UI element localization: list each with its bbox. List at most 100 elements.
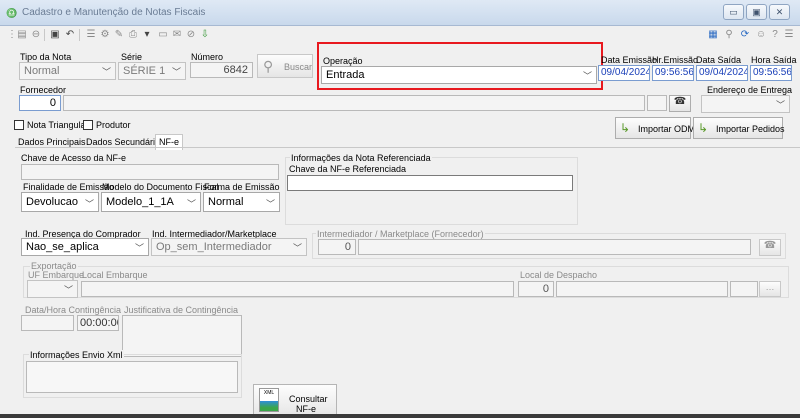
tab-dados-principais[interactable]: Dados Principais: [18, 137, 86, 147]
forma-label: Forma de Emissão: [204, 182, 280, 192]
delete-icon[interactable]: ⊖: [30, 29, 42, 41]
intermediador-code-field[interactable]: 0: [318, 239, 356, 255]
chevron-down-icon: ﹀: [186, 199, 196, 209]
presenca-value: Nao_se_aplica: [26, 241, 99, 253]
calculator-icon[interactable]: ▦: [707, 29, 719, 41]
serie-value: SÉRIE 1: [123, 65, 166, 77]
help-icon[interactable]: ?: [769, 29, 781, 41]
print-dropdown-icon[interactable]: ▾: [141, 29, 153, 41]
uf-embarque-select[interactable]: ﹀: [27, 280, 78, 298]
data-emissao-label: Data Emissão: [601, 55, 658, 65]
xml-file-icon: XML: [259, 388, 279, 412]
fornecedor-lookup-button[interactable]: ☎: [669, 95, 691, 112]
search-icon[interactable]: ⚲: [723, 29, 735, 41]
chevron-down-icon: ﹀: [171, 67, 181, 77]
chevron-down-icon: ﹀: [292, 243, 302, 253]
save-icon[interactable]: ▣: [49, 29, 61, 41]
intermediador-select[interactable]: Op_sem_Intermediador ﹀: [151, 238, 307, 256]
modelo-label: Modelo do Documento Fiscal: [102, 182, 219, 192]
refresh-icon[interactable]: ⟳: [739, 29, 751, 41]
info-envio-field[interactable]: [26, 361, 238, 393]
local-despacho-extra-field[interactable]: [730, 281, 758, 297]
info-envio-label: Informações Envio Xml: [29, 350, 124, 360]
local-despacho-name-field[interactable]: [556, 281, 728, 297]
fornecedor-name-field[interactable]: [63, 95, 645, 111]
data-contingencia-label: Data/Hora Contingência: [25, 305, 122, 315]
chevron-down-icon: ﹀: [775, 100, 785, 110]
numero-label: Número: [191, 52, 224, 62]
endereco-entrega-select[interactable]: ﹀: [701, 95, 790, 113]
tipo-nota-label: Tipo da Nota: [20, 52, 72, 62]
intermediador-lookup-button[interactable]: ☎: [759, 239, 781, 256]
hora-saida-field[interactable]: 09:56:56: [750, 65, 792, 81]
justificativa-label: Justificativa de Contingência: [124, 305, 239, 315]
info-nota-referenciada-label: Informações da Nota Referenciada: [290, 153, 432, 163]
intermediador-group-label: Intermediador / Marketplace (Fornecedor): [316, 229, 485, 239]
data-contingencia-field[interactable]: [21, 315, 74, 331]
local-despacho-button[interactable]: …: [759, 281, 781, 297]
chave-acesso-field[interactable]: [21, 164, 279, 180]
new-icon[interactable]: ▤: [16, 29, 28, 41]
nota-triangular-checkbox[interactable]: [14, 120, 24, 130]
folder-icon[interactable]: ▭: [157, 29, 169, 41]
import-icon: ↳: [698, 121, 709, 135]
serie-select[interactable]: SÉRIE 1 ﹀: [118, 62, 186, 80]
presenca-select[interactable]: Nao_se_aplica ﹀: [21, 238, 149, 256]
edit-icon[interactable]: ✎: [113, 29, 125, 41]
chave-acesso-label: Chave de Acesso da NF-e: [21, 153, 127, 163]
hr-emissao-label: Hr.Emissão: [652, 55, 699, 65]
maximize-button[interactable]: ▣: [746, 4, 767, 20]
tab-dados-secundarios[interactable]: Dados Secundários: [86, 137, 165, 147]
chevron-down-icon: ﹀: [134, 243, 144, 253]
importar-odms-button[interactable]: ↳ Importar ODMs: [615, 117, 700, 139]
nota-triangular-label: Nota Triangular: [27, 120, 89, 130]
hora-contingencia-field[interactable]: 00:00:00: [77, 315, 119, 331]
fornecedor-code-field[interactable]: 0: [19, 95, 61, 111]
undo-icon[interactable]: ↶: [64, 29, 76, 41]
tipo-nota-select[interactable]: Normal ﹀: [19, 62, 116, 80]
buscar-button[interactable]: ⚲ Buscar: [257, 54, 313, 78]
menu-icon[interactable]: ☰: [783, 29, 795, 41]
endereco-entrega-label: Endereço de Entrega: [707, 85, 793, 95]
mail-icon[interactable]: ✉: [171, 29, 183, 41]
forma-select[interactable]: Normal ﹀: [203, 192, 280, 212]
data-saida-label: Data Saída: [696, 55, 742, 65]
importar-pedidos-button[interactable]: ↳ Importar Pedidos: [693, 117, 785, 139]
justificativa-field[interactable]: [122, 315, 242, 357]
cancel-icon[interactable]: ⊘: [185, 29, 197, 41]
finalidade-select[interactable]: Devolucao ﹀: [21, 192, 99, 212]
consultar-nfe-button[interactable]: XML Consultar NF-e: [253, 384, 337, 418]
tools-icon[interactable]: ⚙: [99, 29, 111, 41]
produtor-label: Produtor: [96, 120, 131, 130]
intermediador-name-field[interactable]: [358, 239, 751, 255]
toolbar-separator: [44, 29, 45, 41]
hora-saida-label: Hora Saída: [751, 55, 797, 65]
local-embarque-field[interactable]: [81, 281, 514, 297]
tab-divider: [15, 147, 800, 148]
minimize-button[interactable]: ▭: [723, 4, 744, 20]
local-despacho-code-field[interactable]: 0: [518, 281, 554, 297]
forma-value: Normal: [208, 196, 244, 208]
magnifier-icon: ⚲: [263, 58, 274, 74]
uf-embarque-label: UF Embarque: [28, 270, 85, 280]
fornecedor-extra-field[interactable]: [647, 95, 667, 111]
close-button[interactable]: ✕: [769, 4, 790, 20]
local-embarque-label: Local Embarque: [82, 270, 148, 280]
data-saida-field[interactable]: 09/04/2024: [696, 65, 748, 81]
chave-referenciada-field[interactable]: [287, 175, 573, 191]
modelo-select[interactable]: Modelo_1_1A ﹀: [101, 192, 201, 212]
chevron-down-icon: ﹀: [63, 285, 73, 295]
serie-label: Série: [121, 52, 143, 62]
data-emissao-field[interactable]: 09/04/2024: [598, 65, 650, 81]
import-icon: ↳: [620, 121, 631, 135]
numero-field[interactable]: 6842: [190, 62, 253, 78]
export-icon[interactable]: ⇩: [199, 29, 211, 41]
list-icon[interactable]: ☰: [85, 29, 97, 41]
produtor-checkbox[interactable]: [83, 120, 93, 130]
intermediador-value: Op_sem_Intermediador: [156, 241, 272, 253]
print-icon[interactable]: ⎙: [127, 29, 139, 41]
chevron-down-icon: ﹀: [101, 67, 111, 77]
chave-referenciada-label: Chave da NF-e Referenciada: [289, 164, 407, 174]
user-icon[interactable]: ☺: [755, 29, 767, 41]
hr-emissao-field[interactable]: 09:56:56: [652, 65, 694, 81]
